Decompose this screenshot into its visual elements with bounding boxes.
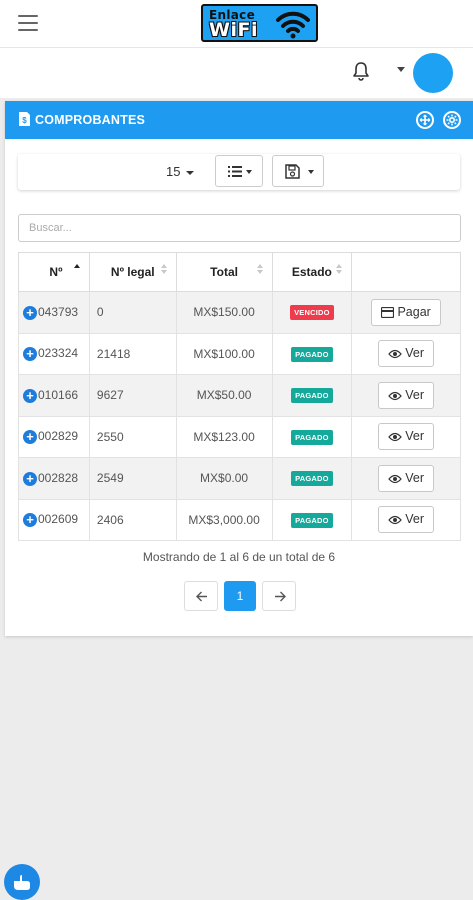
- expand-row-icon[interactable]: +: [23, 513, 37, 528]
- export-button[interactable]: [272, 155, 324, 187]
- status-badge: PAGADO: [291, 346, 333, 362]
- table-toolbar: 15: [18, 154, 460, 190]
- arrow-left-icon: [196, 591, 207, 602]
- pay-button[interactable]: Pagar: [371, 298, 441, 326]
- expand-row-icon[interactable]: +: [23, 388, 37, 403]
- page-size-select[interactable]: 15: [166, 164, 194, 179]
- col-actions: [351, 252, 461, 292]
- view-button[interactable]: Ver: [378, 423, 435, 451]
- hand-icon: [14, 875, 30, 890]
- user-menu-caret[interactable]: [397, 67, 405, 72]
- svg-text:$: $: [22, 116, 27, 125]
- table-info: Mostrando de 1 al 6 de un total de 6: [142, 550, 336, 564]
- view-button[interactable]: Ver: [378, 381, 435, 409]
- view-button[interactable]: Ver: [378, 340, 435, 368]
- eye-icon: [388, 516, 403, 525]
- prev-page-button[interactable]: [184, 581, 218, 611]
- table-header-row: Nº Nº legal Total Estado: [18, 252, 461, 292]
- expand-row-icon[interactable]: +: [23, 347, 37, 362]
- panel-title: COMPROBANTES: [35, 113, 146, 127]
- save-icon: [285, 164, 300, 179]
- eye-icon: [388, 350, 403, 359]
- expand-icon[interactable]: [416, 111, 434, 129]
- comprobantes-table: Nº Nº legal Total Estado +043793 0 MX$15…: [18, 252, 461, 541]
- status-badge: PAGADO: [291, 512, 333, 528]
- settings-icon[interactable]: [443, 111, 461, 129]
- search-input[interactable]: [18, 214, 461, 242]
- table-row: +043793 0 MX$150.00 VENCIDO Pagar: [18, 291, 461, 334]
- table-row: +002828 2549 MX$0.00 PAGADO Ver: [18, 457, 461, 500]
- table-row: +023324 21418 MX$100.00 PAGADO Ver: [18, 332, 461, 375]
- eye-icon: [388, 474, 403, 483]
- document-icon: $: [19, 112, 30, 126]
- expand-row-icon[interactable]: +: [23, 305, 37, 320]
- status-badge: PAGADO: [291, 429, 333, 445]
- list-icon: [228, 166, 242, 177]
- status-badge: PAGADO: [291, 471, 333, 487]
- panel-header: $ COMPROBANTES: [5, 101, 473, 139]
- page-1-button[interactable]: 1: [224, 581, 256, 611]
- logo: Enlace WiFi: [201, 4, 318, 42]
- user-bar: [0, 48, 473, 98]
- view-button[interactable]: Ver: [378, 506, 435, 534]
- col-total[interactable]: Total: [175, 252, 273, 292]
- credit-card-icon: [381, 306, 395, 318]
- view-button[interactable]: Ver: [378, 464, 435, 492]
- expand-row-icon[interactable]: +: [23, 430, 37, 445]
- expand-row-icon[interactable]: +: [23, 471, 37, 486]
- menu-icon[interactable]: [18, 15, 38, 31]
- next-page-button[interactable]: [262, 581, 296, 611]
- status-badge: PAGADO: [291, 388, 333, 404]
- eye-icon: [388, 433, 403, 442]
- arrow-right-icon: [275, 591, 286, 602]
- col-legal[interactable]: Nº legal: [88, 252, 177, 292]
- table-row: +002829 2550 MX$123.00 PAGADO Ver: [18, 415, 461, 458]
- eye-icon: [388, 391, 403, 400]
- table-row: +010166 9627 MX$50.00 PAGADO Ver: [18, 374, 461, 417]
- col-estado[interactable]: Estado: [271, 252, 353, 292]
- table-row: +002609 2406 MX$3,000.00 PAGADO Ver: [18, 498, 461, 541]
- avatar[interactable]: [413, 53, 453, 93]
- wifi-icon: [276, 11, 310, 39]
- status-badge: VENCIDO: [290, 305, 334, 321]
- comprobantes-panel: $ COMPROBANTES 15 Buscar... Nº Nº legal …: [5, 101, 473, 636]
- columns-button[interactable]: [215, 155, 263, 187]
- bell-icon[interactable]: [352, 61, 370, 81]
- top-bar: Enlace WiFi: [0, 0, 473, 48]
- help-button[interactable]: [4, 864, 40, 900]
- col-num[interactable]: Nº: [18, 252, 90, 292]
